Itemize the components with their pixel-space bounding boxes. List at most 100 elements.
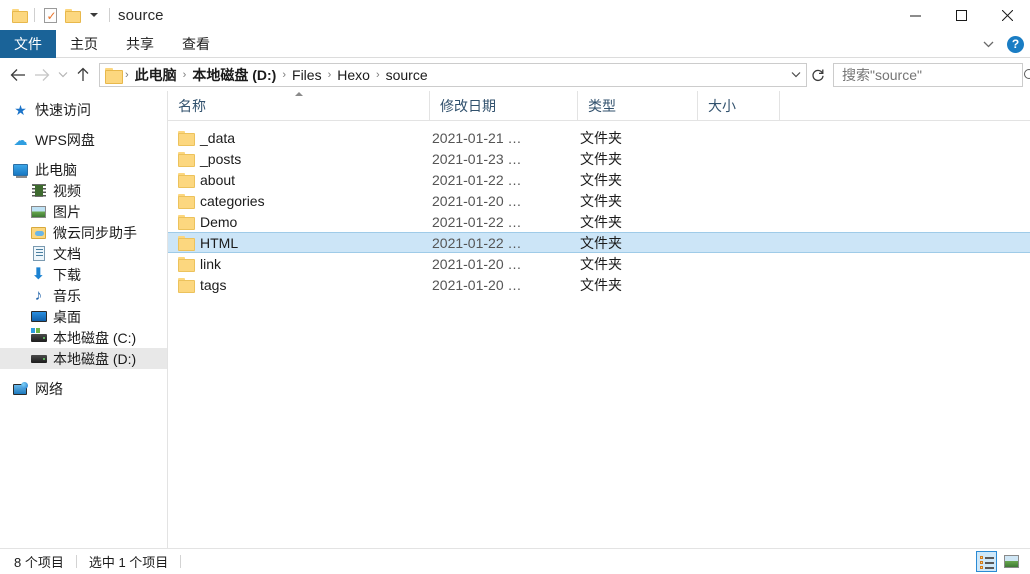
chevron-down-icon [90,13,98,17]
file-name: _data [200,129,236,146]
breadcrumb-item-this-pc[interactable]: 此电脑 [131,64,181,86]
large-icons-view-icon [1004,555,1019,568]
sidebar-item-label: 微云同步助手 [53,224,137,241]
sidebar-item-label: 音乐 [53,287,81,304]
table-row[interactable]: categories 2021-01-20 … 文件夹 [168,190,1030,211]
music-icon: ♪ [34,287,43,304]
ribbon-right-controls: ? [979,30,1024,58]
desktop-icon [30,308,47,325]
qat-properties-button[interactable]: ✓ [39,4,61,26]
file-rows: _data 2021-01-21 … 文件夹 _posts 2021-01-23… [168,121,1030,548]
column-header-label: 类型 [588,98,616,114]
sidebar-item-weiyun-sync[interactable]: 微云同步助手 [0,222,167,243]
selection-count-label: 选中 1 个项目 [88,555,169,570]
table-row[interactable]: _data 2021-01-21 … 文件夹 [168,127,1030,148]
file-name: _posts [200,150,242,167]
sidebar-item-network[interactable]: 网络 [0,378,167,399]
breadcrumb-item-files[interactable]: Files [288,66,326,84]
breadcrumb-item-drive-d[interactable]: 本地磁盘 (D:) [188,64,280,86]
cell-date: 2021-01-21 … [432,129,522,146]
cell-date: 2021-01-22 … [432,234,522,251]
divider [34,8,35,22]
cell-name: about [168,172,430,188]
cell-name: _posts [168,151,430,167]
sidebar-item-label: 快速访问 [35,101,91,118]
close-button[interactable] [984,0,1030,30]
folder-icon [178,236,195,251]
table-row[interactable]: about 2021-01-22 … 文件夹 [168,169,1030,190]
divider [109,8,110,22]
cell-date: 2021-01-20 … [432,255,522,272]
column-header-type[interactable]: 类型 [578,91,698,121]
recent-locations-button[interactable] [54,62,71,88]
sidebar-item-label: 视频 [53,182,81,199]
address-dropdown-button[interactable] [788,64,804,86]
help-button[interactable]: ? [1007,35,1024,53]
minimize-button[interactable] [892,0,938,30]
maximize-button[interactable] [938,0,984,30]
this-pc-icon [12,161,29,178]
cell-date: 2021-01-20 … [432,276,522,293]
file-list-pane: 名称 修改日期 类型 大小 _data 2021-01-21 … 文件夹 _po… [168,91,1030,548]
sidebar-item-label: 本地磁盘 (C:) [53,329,137,346]
cell-date: 2021-01-20 … [432,192,522,209]
file-name: tags [200,276,227,293]
column-header-date-modified[interactable]: 修改日期 [430,91,578,121]
qat-customize-button[interactable] [83,4,105,26]
table-row[interactable]: HTML 2021-01-22 … 文件夹 [168,232,1030,253]
details-view-icon [979,555,994,569]
qat-folder-button[interactable] [8,4,30,26]
tab-file[interactable]: 文件 [0,30,56,58]
sidebar-item-wps-cloud[interactable]: ☁ WPS网盘 [0,129,167,150]
up-button[interactable] [71,62,95,88]
table-row[interactable]: tags 2021-01-20 … 文件夹 [168,274,1030,295]
sidebar-item-pictures[interactable]: 图片 [0,201,167,222]
weiyun-folder-icon [30,224,47,241]
properties-checkmark-icon: ✓ [43,7,57,23]
forward-button[interactable] [30,62,54,88]
search-input[interactable] [842,66,1023,83]
column-header-label: 大小 [708,98,736,114]
column-header-size[interactable]: 大小 [698,91,780,121]
divider [180,555,182,568]
system-drive-icon [30,327,47,346]
sidebar-item-music[interactable]: ♪ 音乐 [0,285,167,306]
cell-type: 文件夹 [580,276,622,293]
tab-view[interactable]: 查看 [168,30,224,58]
search-box[interactable] [833,62,1030,87]
folder-icon [178,278,195,293]
details-view-button[interactable] [976,551,997,572]
table-row[interactable]: _posts 2021-01-23 … 文件夹 [168,148,1030,169]
sidebar-item-desktop[interactable]: 桌面 [0,306,167,327]
column-header-name[interactable]: 名称 [168,91,430,121]
tab-home[interactable]: 主页 [56,30,112,58]
folder-icon [12,9,28,23]
breadcrumb-bar[interactable]: › 此电脑 › 本地磁盘 (D:) › Files › Hexo › sourc… [99,62,807,87]
table-row[interactable]: link 2021-01-20 … 文件夹 [168,253,1030,274]
sidebar-item-drive-c[interactable]: 本地磁盘 (C:) [0,327,167,348]
sidebar-item-label: 此电脑 [35,161,77,178]
tab-share[interactable]: 共享 [112,30,168,58]
breadcrumb-separator: › [125,68,129,81]
cell-type: 文件夹 [580,213,622,230]
large-icons-view-button[interactable] [1001,551,1022,572]
breadcrumb-item-hexo[interactable]: Hexo [333,66,374,84]
expand-ribbon-button[interactable] [979,35,997,53]
cell-name: categories [168,193,430,209]
sidebar-item-drive-d[interactable]: 本地磁盘 (D:) [0,348,167,369]
qat-new-folder-button[interactable] [61,4,83,26]
sidebar-item-documents[interactable]: 文档 [0,243,167,264]
sidebar-item-this-pc[interactable]: 此电脑 [0,159,167,180]
refresh-button[interactable] [807,63,829,87]
sidebar-item-downloads[interactable]: ⬇ 下载 [0,264,167,285]
folder-icon [178,215,195,230]
cell-name: _data [168,130,430,146]
sidebar-item-quick-access[interactable]: ★ 快速访问 [0,99,167,120]
folder-icon [178,131,195,146]
table-row[interactable]: Demo 2021-01-22 … 文件夹 [168,211,1030,232]
sidebar-item-videos[interactable]: 视频 [0,180,167,201]
back-button[interactable] [6,62,30,88]
file-name: Demo [200,213,238,230]
breadcrumb-item-source[interactable]: source [382,66,432,84]
